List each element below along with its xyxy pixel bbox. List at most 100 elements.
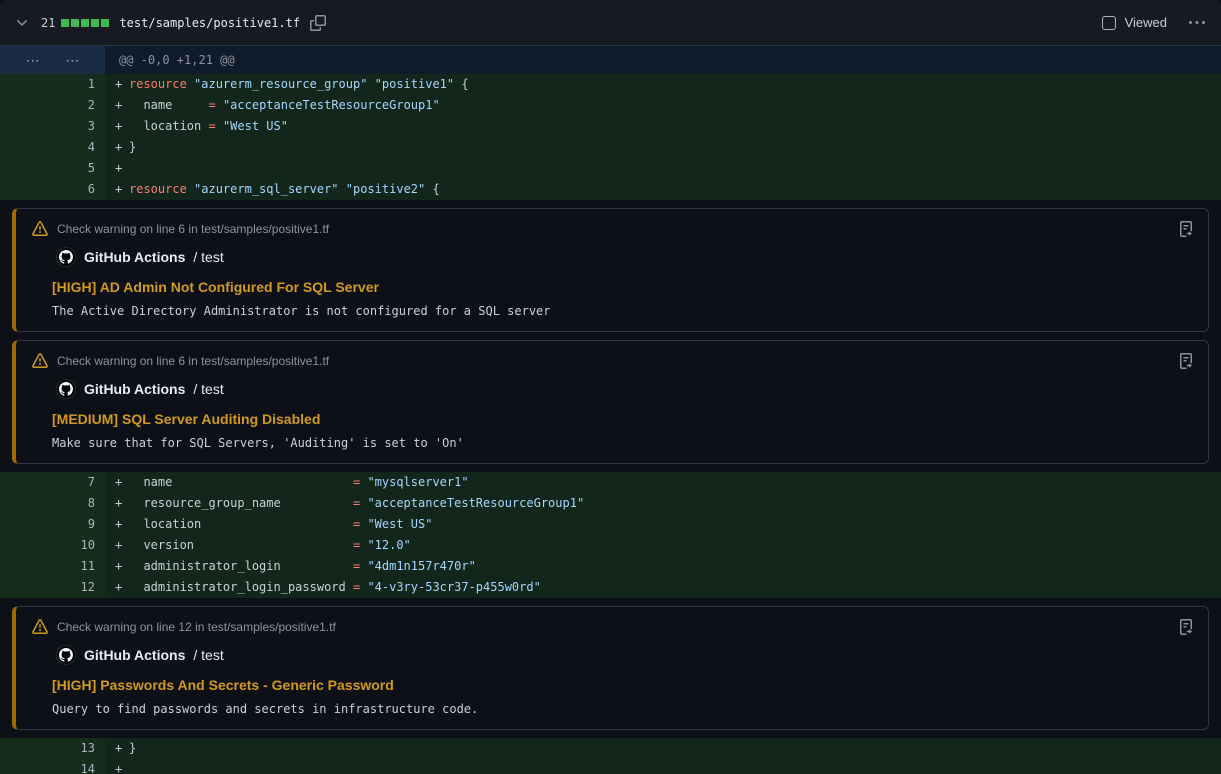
line-number[interactable]: 2 — [0, 95, 105, 116]
code-token: resource — [129, 77, 187, 91]
diff-chunk-2: 7 + name = "mysqlserver1" 8 + resource_g… — [0, 472, 1221, 598]
code-token: "azurerm_sql_server" — [194, 182, 339, 196]
code-token — [216, 98, 223, 112]
code-token: resource — [129, 182, 187, 196]
diff-added-marker: + — [105, 738, 129, 759]
warning-triangle-icon — [32, 353, 48, 369]
annotation-action-icon[interactable] — [1178, 221, 1194, 237]
check-tool-row: GitHub Actions / test — [56, 645, 1192, 665]
line-number[interactable]: 10 — [0, 535, 105, 556]
check-annotation: Check warning on line 6 in test/samples/… — [12, 208, 1209, 332]
line-number[interactable]: 1 — [0, 74, 105, 95]
code-token: "acceptanceTestResourceGroup1" — [367, 496, 584, 510]
annotation-action-icon[interactable] — [1178, 353, 1194, 369]
code-line: + version = "12.0" — [105, 535, 1221, 556]
diffstat-added-block — [61, 19, 69, 27]
code-line: + name = "mysqlserver1" — [105, 472, 1221, 493]
code-token: administrator_login — [129, 559, 353, 573]
code-token: "positive2" — [346, 182, 425, 196]
diff-added-marker: + — [105, 493, 129, 514]
line-number[interactable]: 13 — [0, 738, 105, 759]
code-line: + administrator_login_password = "4-v3ry… — [105, 577, 1221, 598]
line-number[interactable]: 3 — [0, 116, 105, 137]
code-content: } — [129, 741, 136, 755]
diffstat-blocks — [61, 19, 109, 27]
code-line: + resource_group_name = "acceptanceTestR… — [105, 493, 1221, 514]
check-run-name[interactable]: / test — [193, 381, 223, 397]
diff-chunk-1: 1 +resource "azurerm_resource_group" "po… — [0, 74, 1221, 200]
code-content: resource "azurerm_sql_server" "positive2… — [129, 182, 440, 196]
code-line: + name = "acceptanceTestResourceGroup1" — [105, 95, 1221, 116]
warning-triangle-icon — [32, 619, 48, 635]
check-tool-name[interactable]: GitHub Actions — [84, 381, 185, 397]
expand-dots-icon[interactable]: ⋯ — [26, 52, 40, 69]
code-token — [367, 77, 374, 91]
annotation-header: Check warning on line 6 in test/samples/… — [32, 353, 1192, 369]
annotation-zone-line6: Check warning on line 6 in test/samples/… — [0, 200, 1221, 472]
diff-row: 11 + administrator_login = "4dm1n157r470… — [0, 556, 1221, 577]
check-tool-name[interactable]: GitHub Actions — [84, 647, 185, 663]
diff-added-marker: + — [105, 116, 129, 137]
line-number[interactable]: 6 — [0, 179, 105, 200]
code-token: "West US" — [223, 119, 288, 133]
diff-row: 13 +} — [0, 738, 1221, 759]
code-token: { — [454, 77, 468, 91]
code-token: name — [129, 98, 208, 112]
line-number[interactable]: 4 — [0, 137, 105, 158]
code-line: + location = "West US" — [105, 116, 1221, 137]
check-tool-name[interactable]: GitHub Actions — [84, 249, 185, 265]
code-token: location — [129, 119, 208, 133]
check-annotation: Check warning on line 12 in test/samples… — [12, 606, 1209, 730]
diff-added-marker: + — [105, 74, 129, 95]
code-token: location — [129, 517, 353, 531]
code-token: = — [208, 119, 215, 133]
annotation-action-icon[interactable] — [1178, 619, 1194, 635]
code-token: } — [129, 140, 136, 154]
code-token: { — [425, 182, 439, 196]
line-number[interactable]: 5 — [0, 158, 105, 179]
code-content: location = "West US" — [129, 119, 288, 133]
code-content: name = "mysqlserver1" — [129, 475, 469, 489]
viewed-toggle[interactable]: Viewed — [1102, 15, 1167, 30]
code-line: +} — [105, 137, 1221, 158]
code-line: + — [105, 158, 1221, 179]
collapse-file-chevron-down-icon[interactable] — [14, 15, 30, 31]
code-content: name = "acceptanceTestResourceGroup1" — [129, 98, 440, 112]
diff-row: 2 + name = "acceptanceTestResourceGroup1… — [0, 95, 1221, 116]
line-number[interactable]: 8 — [0, 493, 105, 514]
expand-dots-icon[interactable]: ⋯ — [65, 52, 79, 69]
code-content: version = "12.0" — [129, 538, 411, 552]
code-line: + administrator_login = "4dm1n157r470r" — [105, 556, 1221, 577]
diffstat-added-block — [81, 19, 89, 27]
diff-added-marker: + — [105, 556, 129, 577]
line-number[interactable]: 7 — [0, 472, 105, 493]
line-number[interactable]: 12 — [0, 577, 105, 598]
diff-added-marker: + — [105, 577, 129, 598]
line-number[interactable]: 9 — [0, 514, 105, 535]
diff-added-marker: + — [105, 472, 129, 493]
diffstat-added-block — [91, 19, 99, 27]
code-token: "West US" — [367, 517, 432, 531]
diff-row: 10 + version = "12.0" — [0, 535, 1221, 556]
line-number[interactable]: 14 — [0, 759, 105, 774]
viewed-checkbox[interactable] — [1102, 16, 1116, 30]
line-number[interactable]: 11 — [0, 556, 105, 577]
code-line: +resource "azurerm_resource_group" "posi… — [105, 74, 1221, 95]
copy-path-icon[interactable] — [310, 15, 326, 31]
github-actions-avatar — [56, 247, 76, 267]
check-run-name[interactable]: / test — [193, 647, 223, 663]
annotation-description: Query to find passwords and secrets in i… — [52, 702, 1192, 717]
diff-added-marker: + — [105, 759, 129, 774]
code-content: } — [129, 140, 136, 154]
file-path[interactable]: test/samples/positive1.tf — [119, 16, 300, 30]
warning-triangle-icon — [32, 221, 48, 237]
diff-chunk-3: 13 +} 14 + — [0, 738, 1221, 774]
annotation-description: Make sure that for SQL Servers, 'Auditin… — [52, 436, 1192, 451]
annotation-title: [HIGH] Passwords And Secrets - Generic P… — [52, 677, 1192, 693]
check-run-name[interactable]: / test — [193, 249, 223, 265]
code-line: +} — [105, 738, 1221, 759]
expand-hunk-button[interactable]: ⋯ ⋯ — [0, 46, 105, 74]
diff-row: 7 + name = "mysqlserver1" — [0, 472, 1221, 493]
diff-row: 6 +resource "azurerm_sql_server" "positi… — [0, 179, 1221, 200]
file-options-kebab-icon[interactable] — [1189, 15, 1205, 31]
